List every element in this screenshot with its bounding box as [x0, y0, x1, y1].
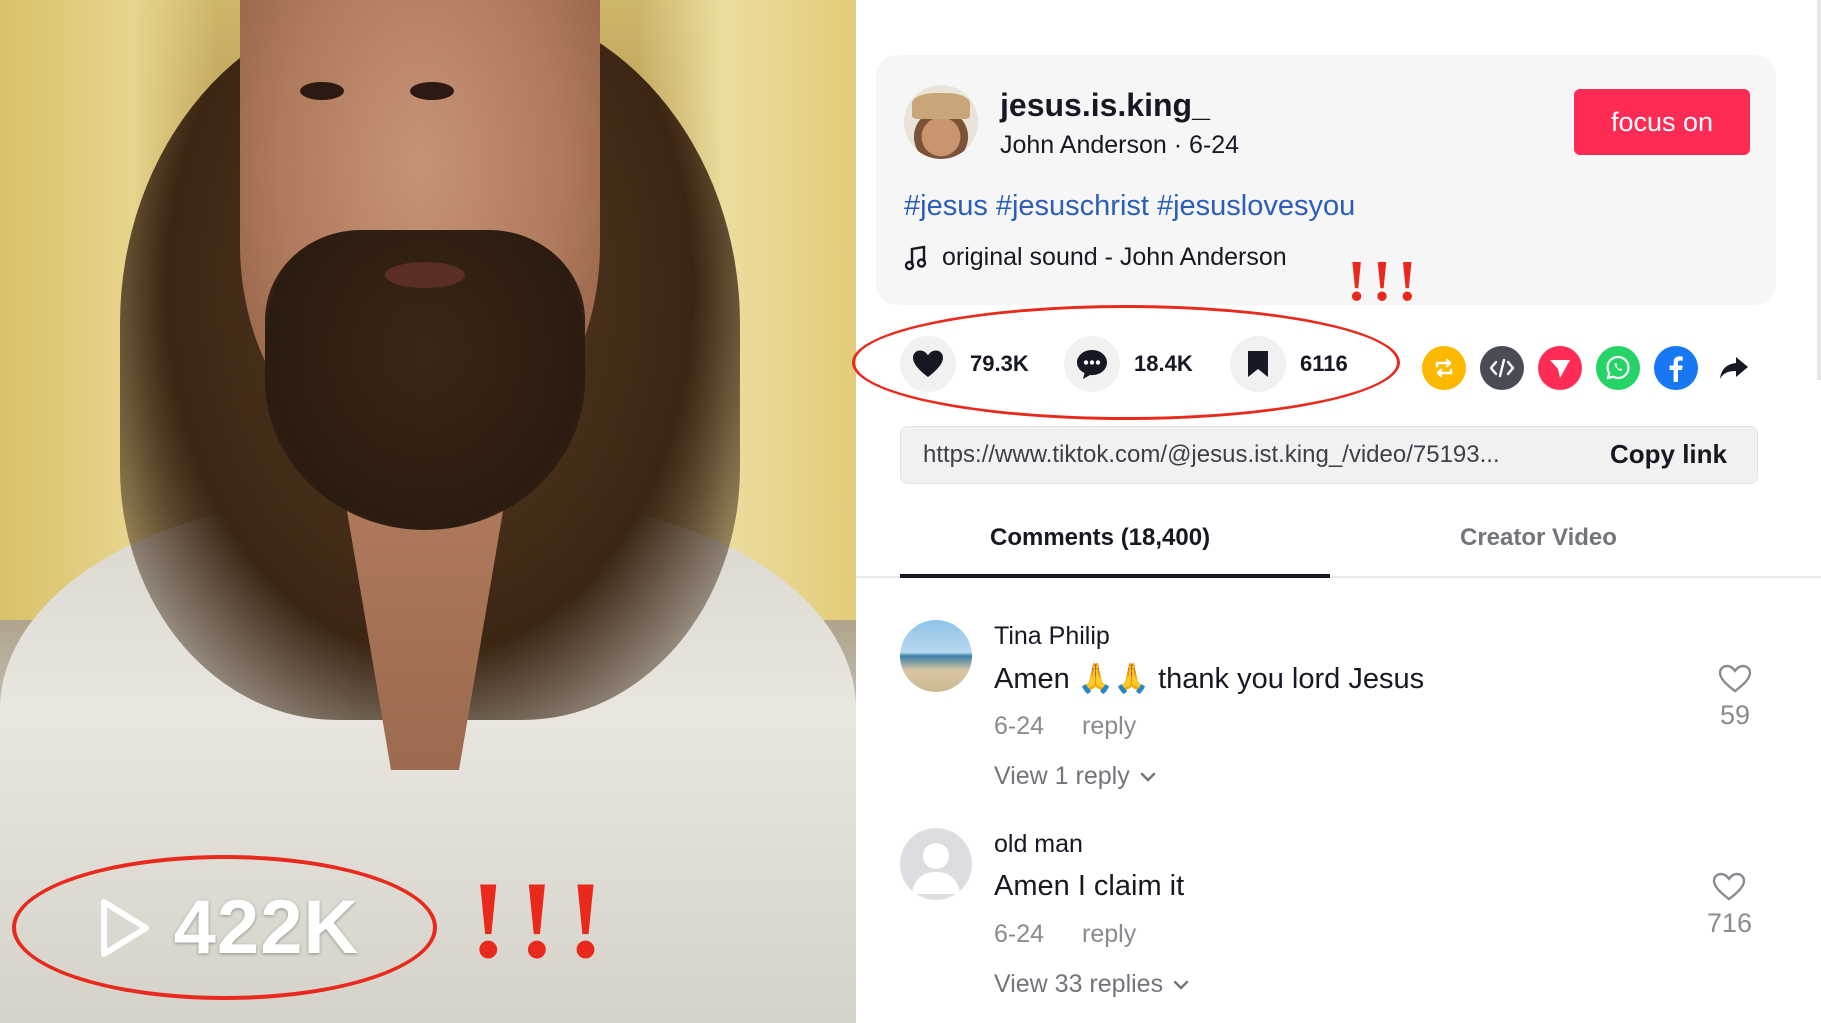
comment-text: Amen 🙏🙏 thank you lord Jesus [994, 663, 1425, 695]
facebook-glyph [1669, 356, 1683, 382]
heart-outline-icon[interactable] [1712, 872, 1746, 902]
like-button[interactable] [900, 336, 956, 392]
comment-like[interactable]: 716 [1707, 872, 1752, 939]
repost-glyph [1435, 358, 1453, 378]
sound-row[interactable]: original sound - John Anderson [904, 243, 1287, 272]
sound-title: original sound - John Anderson [942, 243, 1287, 271]
author-username[interactable]: jesus.is.king_ [1000, 87, 1210, 124]
video-url[interactable]: https://www.tiktok.com/@jesus.ist.king_/… [923, 441, 1563, 469]
chevron-down-icon [1173, 980, 1189, 990]
view-count: 422K [173, 885, 360, 970]
code-glyph [1489, 358, 1515, 378]
annotation-exclamations: !!! [470, 859, 616, 981]
view-count-overlay: 422K [12, 855, 437, 1000]
hashtag-link[interactable]: #jesuslovesyou [1157, 190, 1355, 222]
comment-like-count: 716 [1706, 908, 1752, 938]
repost-icon[interactable] [1422, 346, 1466, 390]
video-player[interactable]: 422K !!! [0, 0, 856, 1023]
follow-button[interactable]: focus on [1574, 89, 1750, 155]
view-replies-button[interactable]: View 33 replies [994, 970, 1189, 999]
share-arrow-glyph [1720, 357, 1748, 379]
post-date: 6-24 [1189, 131, 1240, 159]
copy-link-button[interactable]: Copy link [1610, 439, 1727, 470]
tab-bar: Comments (18,400) Creator Video [856, 510, 1821, 578]
music-note-icon [904, 245, 927, 270]
commenter-name[interactable]: old man [994, 830, 1083, 859]
hashtag-link[interactable]: #jesus [904, 190, 988, 222]
reply-button[interactable]: reply [1082, 712, 1136, 741]
reply-button[interactable]: reply [1082, 920, 1136, 949]
heart-outline-icon[interactable] [1718, 664, 1752, 694]
comment-icon [1077, 350, 1107, 379]
mouth [385, 262, 465, 288]
comment-like-count: 59 [1719, 700, 1751, 730]
paper-plane-glyph [1550, 360, 1570, 378]
hashtag-link[interactable]: #jesuschrist [996, 190, 1149, 222]
chevron-down-icon [1140, 772, 1155, 782]
tab-comments[interactable]: Comments (18,400) [990, 524, 1210, 552]
scrollbar[interactable] [1817, 0, 1821, 380]
avatar-hat [912, 93, 970, 119]
comment-like[interactable]: 59 [1718, 664, 1752, 731]
author-display-name: John Anderson [1000, 131, 1167, 159]
like-count: 79.3K [970, 351, 1029, 376]
copy-link-box: https://www.tiktok.com/@jesus.ist.king_/… [900, 426, 1758, 484]
author-avatar[interactable] [904, 85, 978, 159]
comment-item: old man Amen I claim it 6-24 reply View … [900, 828, 1760, 1008]
comment-meta: 6-24 reply [994, 712, 1136, 741]
author-subline: John Anderson · 6-24 [1000, 131, 1239, 160]
comment-button[interactable] [1064, 336, 1120, 392]
eye-left [300, 82, 344, 100]
comment-item: Tina Philip Amen 🙏🙏 thank you lord Jesus… [900, 620, 1760, 800]
whatsapp-glyph [1606, 355, 1630, 380]
heart-icon [913, 350, 943, 377]
page-root: 422K !!! jesus.is.king_ John Anderson · … [0, 0, 1821, 1023]
view-replies-label: View 33 replies [994, 970, 1164, 998]
comment-stat[interactable]: 18.4K [1064, 336, 1193, 392]
send-to-friends-icon[interactable] [1538, 346, 1582, 390]
tab-creator-video[interactable]: Creator Video [1460, 524, 1617, 552]
commenter-avatar[interactable] [900, 620, 972, 692]
annotation-exclamations-small: !!! [1347, 248, 1423, 313]
embed-icon[interactable] [1480, 346, 1524, 390]
save-button[interactable] [1230, 336, 1286, 392]
bookmark-icon [1248, 351, 1268, 377]
save-stat[interactable]: 6116 [1230, 336, 1348, 392]
active-tab-indicator [900, 574, 1330, 578]
commenter-avatar[interactable] [900, 828, 972, 900]
play-icon [100, 898, 149, 957]
eye-right [410, 82, 454, 100]
facebook-icon[interactable] [1654, 346, 1698, 390]
comment-date: 6-24 [994, 920, 1045, 948]
author-card: jesus.is.king_ John Anderson · 6-24 focu… [876, 55, 1776, 305]
separator-dot: · [1173, 131, 1190, 159]
comment-count: 18.4K [1134, 351, 1193, 376]
save-count: 6116 [1300, 351, 1348, 376]
comment-meta: 6-24 reply [994, 920, 1136, 949]
comment-text: Amen I claim it [994, 870, 1185, 902]
whatsapp-icon[interactable] [1596, 346, 1640, 390]
comment-date: 6-24 [994, 712, 1045, 740]
share-arrow-icon[interactable] [1712, 346, 1756, 390]
view-replies-button[interactable]: View 1 reply [994, 762, 1156, 791]
view-replies-label: View 1 reply [994, 762, 1130, 790]
default-avatar-icon [912, 843, 960, 894]
like-stat[interactable]: 79.3K [900, 336, 1029, 392]
hashtags: #jesus #jesuschrist #jesuslovesyou [904, 190, 1363, 223]
commenter-name[interactable]: Tina Philip [994, 622, 1110, 651]
